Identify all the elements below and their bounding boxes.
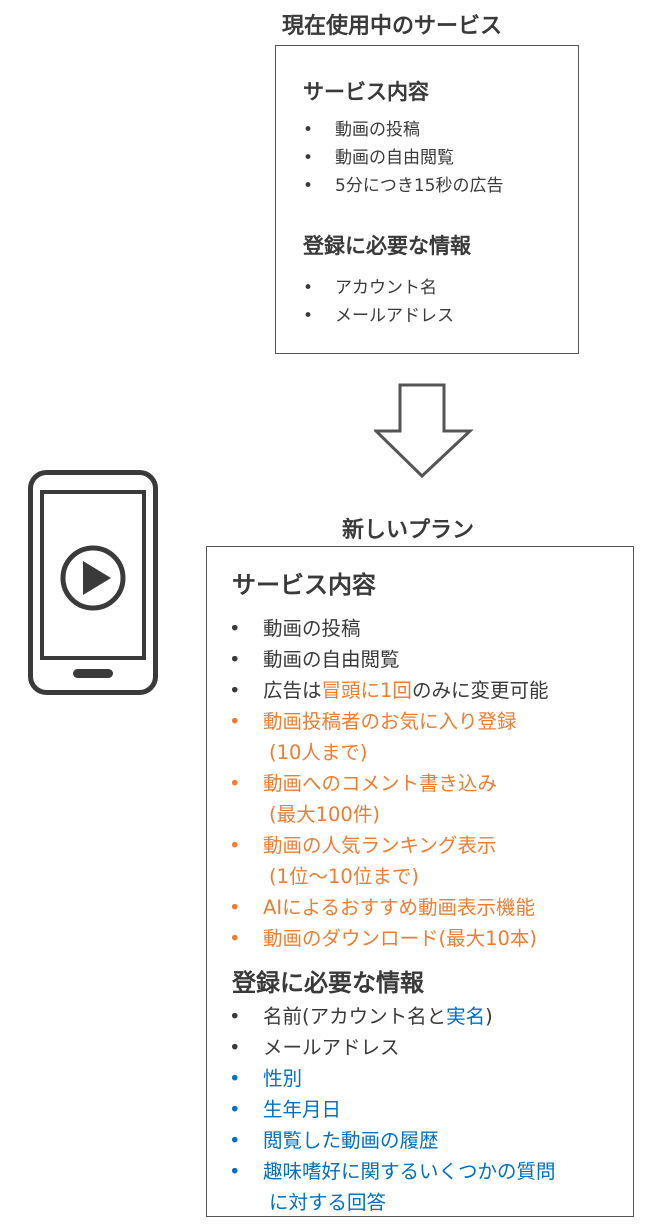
new-service-item-text: (1位～10位まで)	[269, 865, 419, 888]
bullet-mark: •	[303, 148, 314, 168]
new-registration-item: • 閲覧した動画の履歴	[229, 1125, 556, 1156]
bullet-mark: •	[303, 306, 314, 326]
current-service-item-text: 動画の自由閲覧	[335, 148, 454, 168]
current-service-box: サービス内容 • 動画の投稿 • 動画の自由閲覧 • 5分につき15秒の広告 登録に必要な…	[275, 45, 579, 354]
bullet-mark: •	[303, 120, 314, 140]
bullet-mark: •	[229, 1036, 241, 1059]
new-service-item: • AIによるおすすめ動画表示機能	[229, 892, 548, 923]
new-service-item: • 動画の自由閲覧	[229, 644, 548, 675]
new-service-item-text: 動画の人気ランキング表示	[263, 834, 497, 857]
bullet-mark: •	[303, 176, 314, 196]
current-service-list: • 動画の投稿 • 動画の自由閲覧 • 5分につき15秒の広告	[303, 116, 503, 200]
smartphone-play-icon	[28, 470, 158, 695]
new-service-item: • 広告は冒頭に1回のみに変更可能	[229, 675, 548, 706]
bullet-mark: •	[229, 1005, 241, 1028]
new-plan-title: 新しいプラン	[342, 518, 475, 543]
current-registration-item-text: アカウント名	[335, 278, 437, 298]
current-registration-item-text: メールアドレス	[335, 306, 454, 326]
new-service-item-text: 動画のダウンロード(最大10本)	[263, 927, 538, 950]
bullet-mark: •	[229, 1098, 241, 1121]
new-service-item: (1位～10位まで)	[229, 861, 548, 892]
new-service-item-text: (最大100件)	[269, 803, 380, 826]
new-service-item-text: 冒頭に1回	[321, 679, 412, 702]
new-service-heading: サービス内容	[232, 571, 376, 599]
bullet-mark: •	[229, 710, 241, 733]
current-service-item: • 動画の自由閲覧	[303, 144, 503, 172]
new-service-item-text: (10人まで)	[269, 741, 368, 764]
new-service-item: • 動画のダウンロード(最大10本)	[229, 923, 548, 954]
new-registration-item-text: 閲覧した動画の履歴	[263, 1129, 439, 1152]
new-registration-item-text: メールアドレス	[263, 1036, 400, 1059]
new-service-list: • 動画の投稿 • 動画の自由閲覧 • 広告は冒頭に1回のみに変更可能 • 動画投稿者のお気に…	[229, 613, 548, 954]
bullet-mark: •	[229, 1160, 241, 1183]
new-service-item: • 動画の投稿	[229, 613, 548, 644]
current-registration-item: • メールアドレス	[303, 302, 454, 330]
bullet-mark: •	[229, 617, 241, 640]
bullet-mark: •	[229, 648, 241, 671]
current-service-heading: サービス内容	[303, 80, 429, 104]
new-registration-item-text: 名前(アカウント名と	[263, 1005, 447, 1028]
new-service-item: (最大100件)	[229, 799, 548, 830]
new-registration-item-text: 性別	[263, 1067, 303, 1090]
new-registration-item: • 名前(アカウント名と実名)	[229, 1001, 556, 1032]
current-registration-heading: 登録に必要な情報	[303, 234, 471, 258]
current-service-item-text: 動画の投稿	[335, 120, 420, 140]
new-registration-item: • 趣味嗜好に関するいくつかの質問	[229, 1156, 556, 1187]
bullet-mark: •	[229, 772, 241, 795]
new-service-item-text: 広告は	[263, 679, 322, 702]
new-registration-item-text: 実名	[446, 1005, 486, 1028]
current-registration-list: • アカウント名 • メールアドレス	[303, 274, 454, 330]
new-service-item-text: 動画の自由閲覧	[263, 648, 400, 671]
current-service-title: 現在使用中のサービス	[282, 14, 503, 39]
new-registration-item-text: 趣味嗜好に関するいくつかの質問	[263, 1160, 556, 1183]
current-service-item-text: 5分につき15秒の広告	[335, 176, 504, 196]
new-service-item: (10人まで)	[229, 737, 548, 768]
bullet-mark: •	[229, 927, 241, 950]
new-service-item: • 動画の人気ランキング表示	[229, 830, 548, 861]
new-registration-item: に対する回答	[229, 1187, 556, 1218]
new-registration-item-text: )	[485, 1005, 493, 1028]
bullet-mark: •	[229, 1129, 241, 1152]
new-registration-item: • 性別	[229, 1063, 556, 1094]
bullet-mark: •	[303, 278, 314, 298]
bullet-mark: •	[229, 896, 241, 919]
new-registration-item: • 生年月日	[229, 1094, 556, 1125]
new-plan-box: サービス内容 • 動画の投稿 • 動画の自由閲覧 • 広告は冒頭に1回のみに変更可能 • 動画…	[206, 546, 634, 1217]
down-arrow-icon	[374, 383, 474, 479]
new-service-item: • 動画へのコメント書き込み	[229, 768, 548, 799]
new-registration-item-text: 生年月日	[263, 1098, 342, 1121]
new-registration-heading: 登録に必要な情報	[232, 969, 424, 997]
new-service-item-text: のみに変更可能	[411, 679, 549, 702]
new-service-item-text: 動画投稿者のお気に入り登録	[263, 710, 517, 733]
new-service-item-text: 動画へのコメント書き込み	[263, 772, 498, 795]
new-service-item: • 動画投稿者のお気に入り登録	[229, 706, 548, 737]
bullet-mark: •	[229, 1067, 241, 1090]
new-registration-item-text: に対する回答	[269, 1191, 387, 1214]
new-registration-list: • 名前(アカウント名と実名) • メールアドレス • 性別 • 生年月日 • 閲覧した動画の履歴…	[229, 1001, 556, 1218]
new-service-item-text: AIによるおすすめ動画表示機能	[263, 896, 536, 919]
current-registration-item: • アカウント名	[303, 274, 454, 302]
bullet-mark: •	[229, 834, 241, 857]
current-service-item: • 5分につき15秒の広告	[303, 172, 503, 200]
new-service-item-text: 動画の投稿	[263, 617, 361, 640]
bullet-mark: •	[229, 679, 241, 702]
current-service-item: • 動画の投稿	[303, 116, 503, 144]
new-registration-item: • メールアドレス	[229, 1032, 556, 1063]
